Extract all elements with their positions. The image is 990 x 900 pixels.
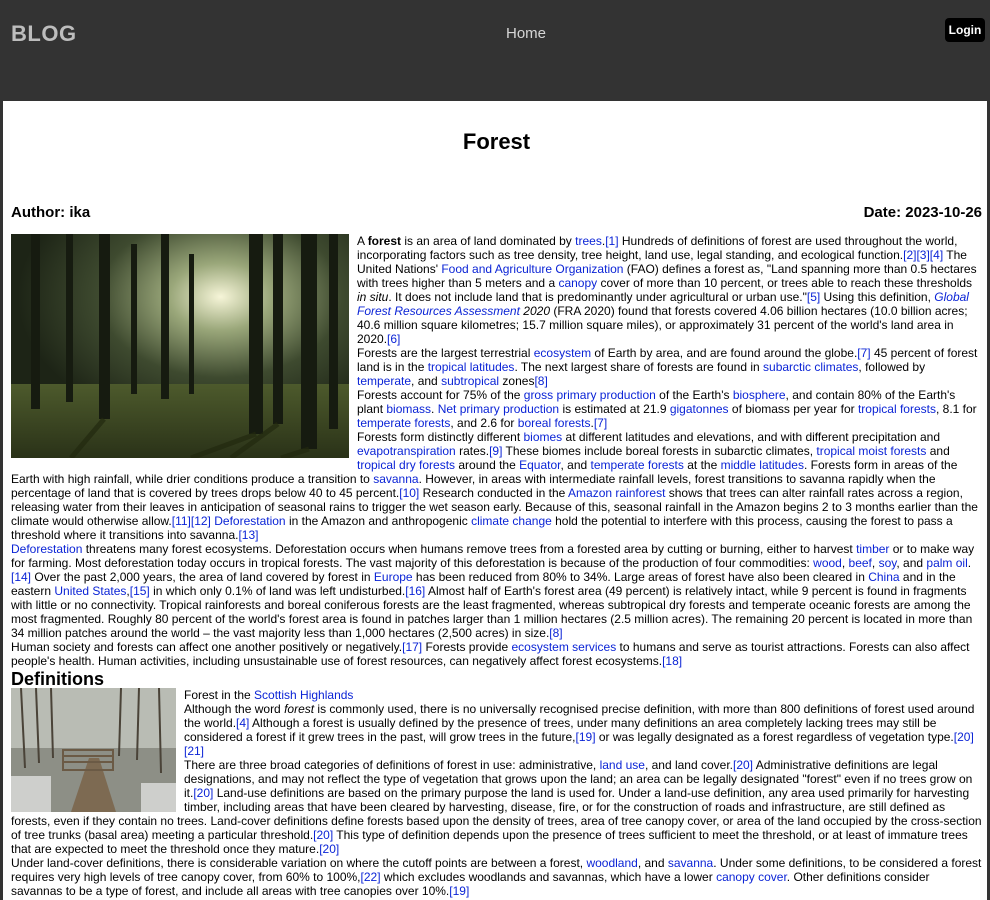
highlands-photo-icon	[11, 688, 176, 812]
nav-home-link[interactable]: Home	[506, 25, 546, 42]
intro-paragraph-6: Human society and forests can affect one…	[11, 640, 970, 668]
forest-photo-icon	[11, 234, 349, 458]
author-label: Author: ika	[11, 204, 91, 221]
top-nav-bar: BLOG Home Login	[0, 0, 990, 101]
article-page: Forest Author: ika Date: 2023-10-26 A fo…	[0, 101, 990, 900]
definitions-heading: Definitions	[11, 669, 104, 689]
intro-paragraph-5: Deforestation threatens many forest ecos…	[11, 542, 975, 640]
definitions-paragraph-3: Under land-cover definitions, there is c…	[11, 856, 982, 898]
date-label: Date: 2023-10-26	[863, 204, 982, 221]
article-body: A forest is an area of land dominated by…	[11, 234, 982, 898]
brand-logo[interactable]: BLOG	[11, 21, 77, 47]
scottish-highlands-image	[11, 688, 176, 812]
article-title: Forest	[462, 129, 531, 154]
login-button[interactable]: Login	[945, 18, 985, 42]
forest-image	[11, 234, 349, 458]
article-meta: Author: ika Date: 2023-10-26	[11, 204, 982, 222]
